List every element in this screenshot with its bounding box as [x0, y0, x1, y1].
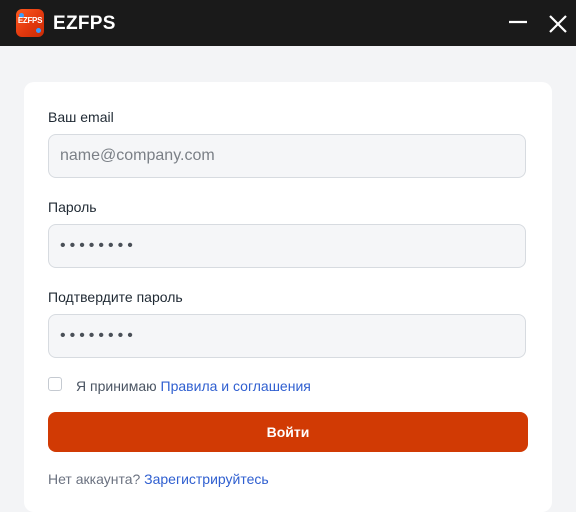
- register-prompt: Нет аккаунта? Зарегистрируйтесь: [48, 471, 269, 487]
- password-input[interactable]: [48, 224, 526, 268]
- logo-text: EZFPS: [17, 16, 43, 25]
- login-button[interactable]: Войти: [48, 412, 528, 452]
- email-label: Ваш email: [48, 109, 114, 125]
- app-title: EZFPS: [53, 13, 116, 34]
- close-button[interactable]: [543, 8, 573, 38]
- register-label: Нет аккаунта?: [48, 471, 141, 487]
- email-input[interactable]: [48, 134, 526, 178]
- terms-text: Я принимаю Правила и соглашения: [76, 378, 311, 394]
- confirm-password-input[interactable]: [48, 314, 526, 358]
- terms-label: Я принимаю: [76, 378, 157, 394]
- title-bar: EZFPS EZFPS: [0, 0, 576, 46]
- password-label: Пароль: [48, 199, 97, 215]
- terms-link[interactable]: Правила и соглашения: [161, 378, 311, 394]
- register-link[interactable]: Зарегистрируйтесь: [144, 471, 269, 487]
- minimize-button[interactable]: [503, 8, 533, 38]
- terms-checkbox[interactable]: [48, 377, 62, 391]
- signup-card: Ваш email Пароль Подтвердите пароль Я пр…: [24, 82, 552, 512]
- minimize-icon: [509, 20, 527, 24]
- confirm-password-label: Подтвердите пароль: [48, 289, 183, 305]
- app-logo-icon: EZFPS: [16, 9, 44, 37]
- close-icon: [549, 15, 567, 33]
- logo-dot: [36, 28, 41, 33]
